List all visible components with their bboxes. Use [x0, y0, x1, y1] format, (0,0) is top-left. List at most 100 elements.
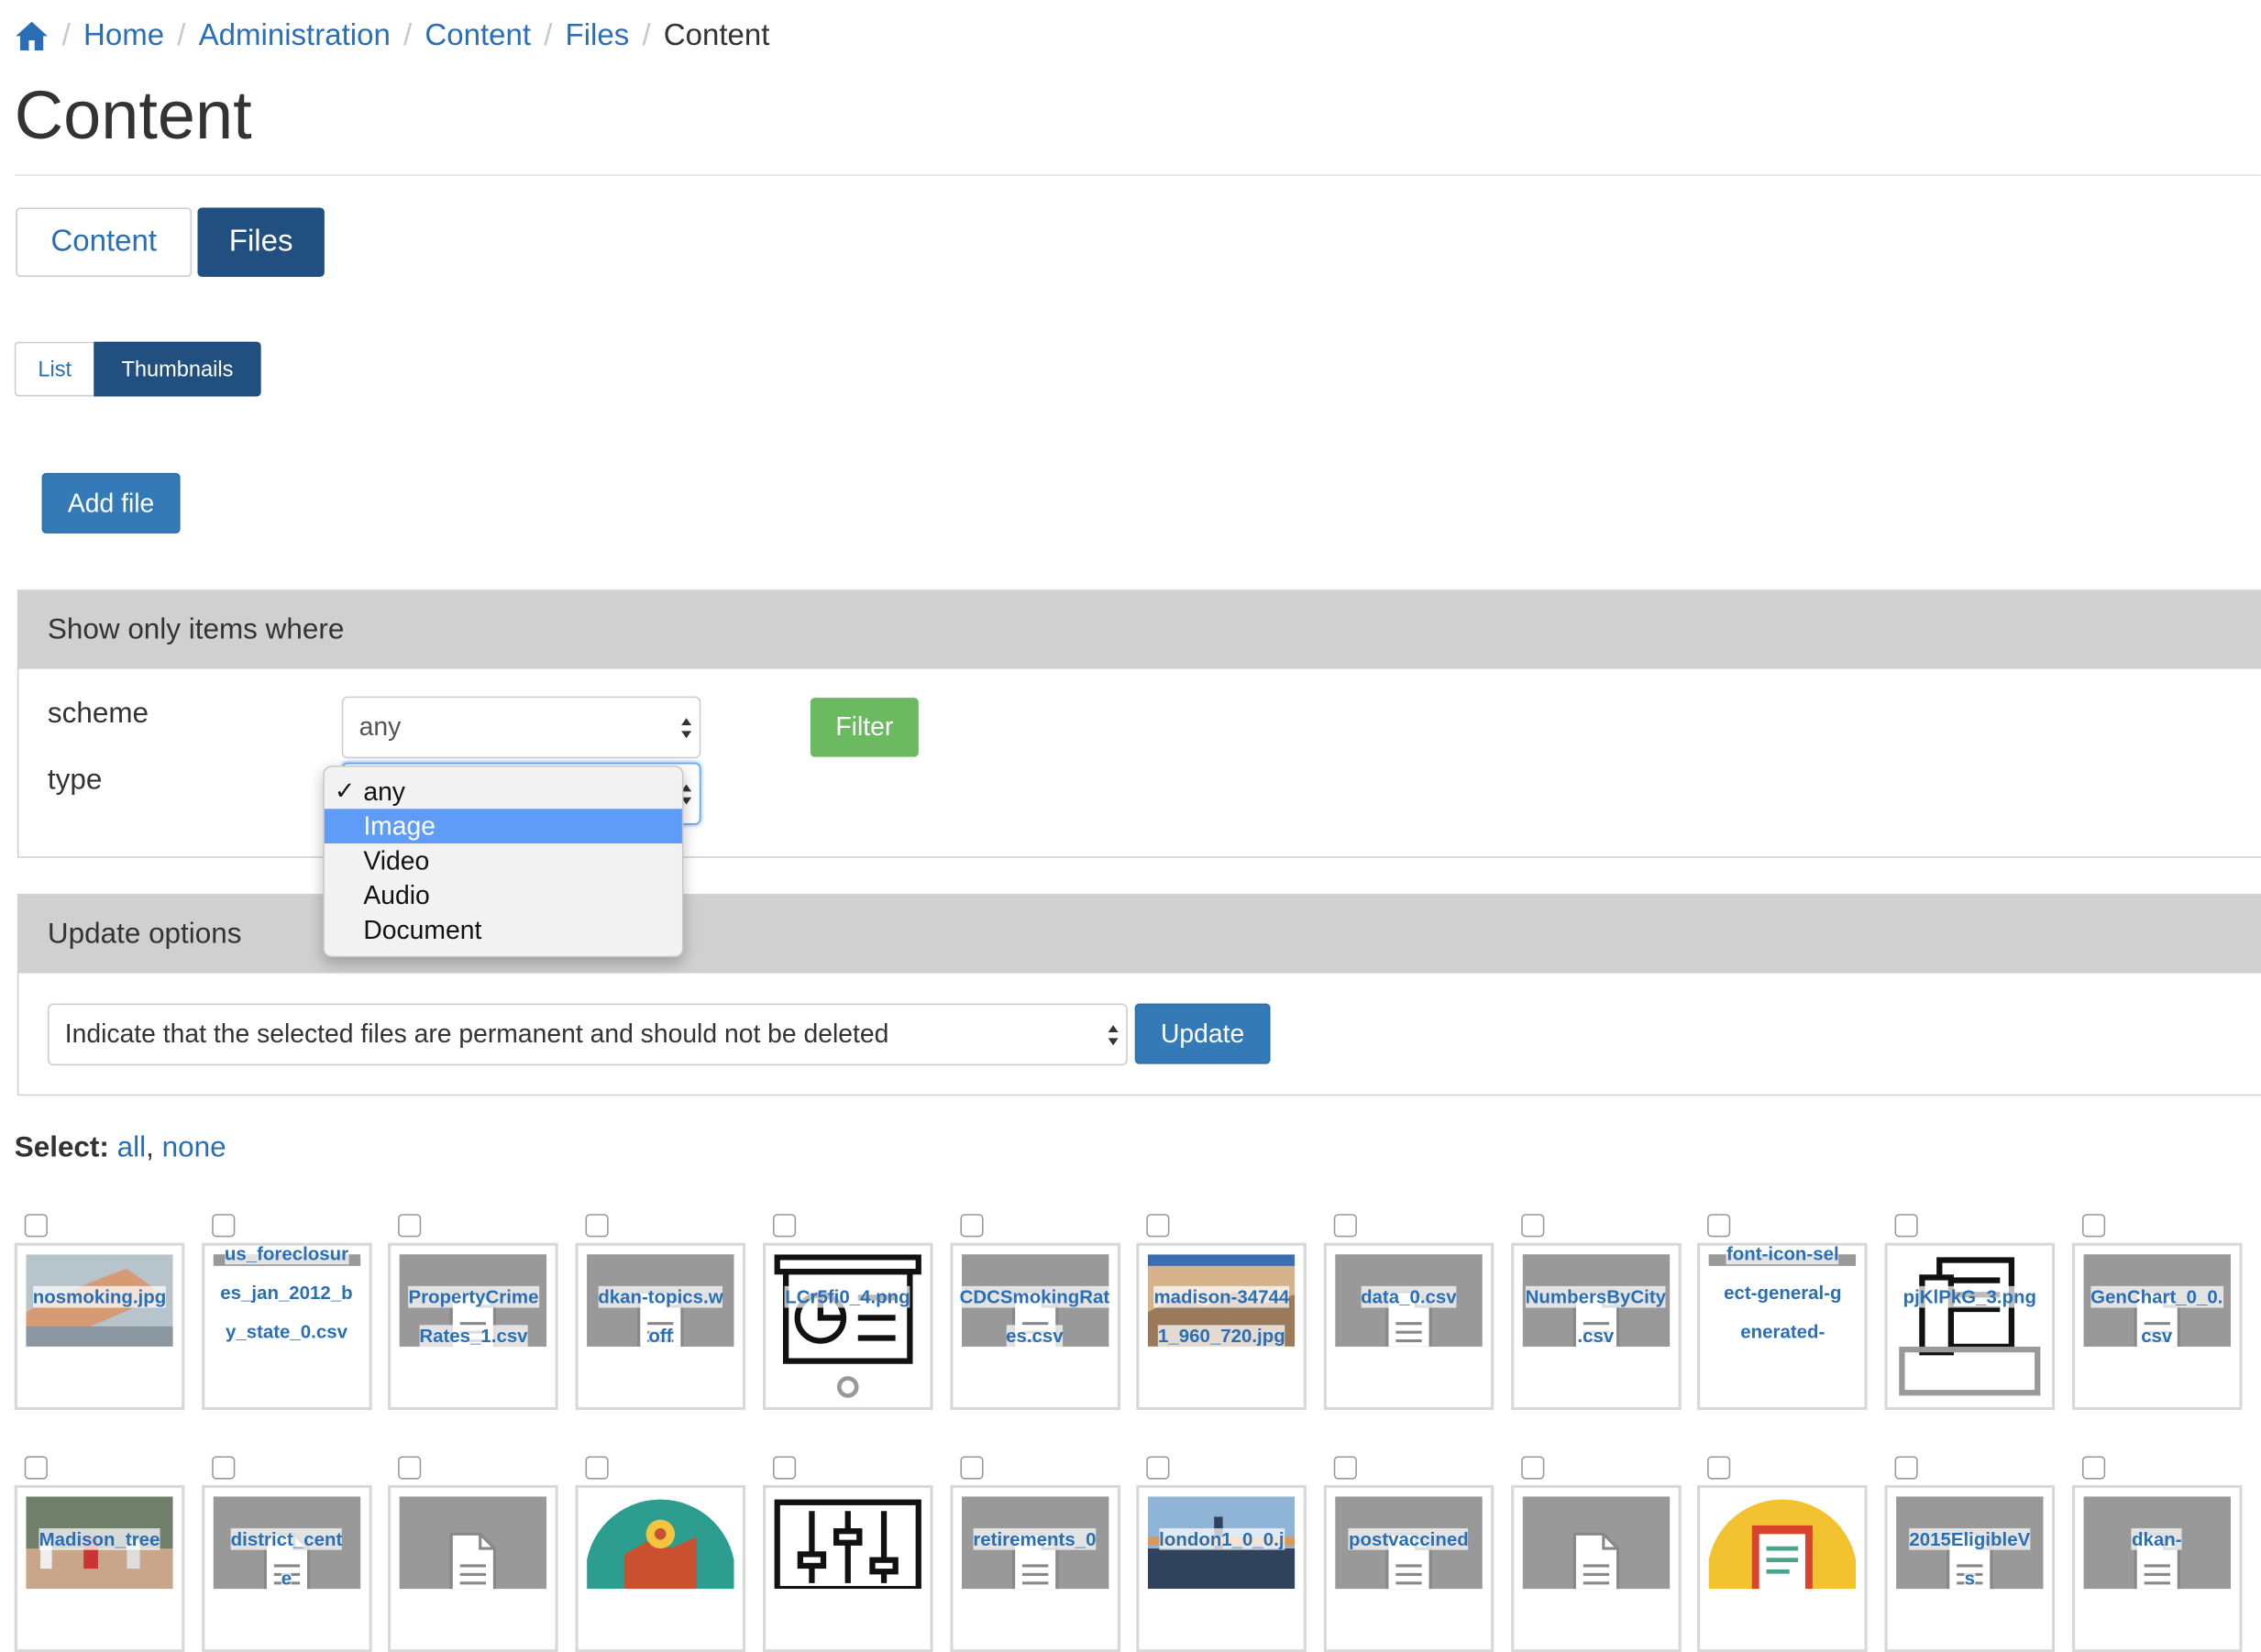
- file-name-line: madison-34744: [1153, 1285, 1290, 1308]
- select-none-link[interactable]: none: [162, 1132, 226, 1164]
- file-checkbox[interactable]: [398, 1214, 422, 1238]
- file-name-link[interactable]: madison-34744 1_960_720.jpg: [1142, 1277, 1301, 1355]
- breadcrumb-content[interactable]: Content: [425, 18, 531, 53]
- file-name-link[interactable]: 2015EligibleV s: [1891, 1520, 2049, 1598]
- view-thumbnails-button[interactable]: Thumbnails: [94, 341, 261, 397]
- file-checkbox[interactable]: [1333, 1214, 1357, 1238]
- file-thumbnail[interactable]: LCr5fi0_4.png: [762, 1242, 933, 1411]
- file-name-link[interactable]: postvaccined: [1329, 1520, 1488, 1558]
- breadcrumb-administration[interactable]: Administration: [199, 18, 391, 53]
- select-label: Select:: [14, 1131, 109, 1164]
- file-thumbnail[interactable]: Madison_tree: [14, 1484, 185, 1652]
- file-name-link[interactable]: PropertyCrime Rates_1.csv: [394, 1277, 553, 1355]
- file-thumbnail[interactable]: pjKlPkG_3.png: [1884, 1242, 2056, 1411]
- file-thumbnail[interactable]: retirements_0: [949, 1484, 1120, 1652]
- tab-content[interactable]: Content: [16, 207, 193, 277]
- file-checkbox[interactable]: [772, 1456, 796, 1480]
- file-checkbox[interactable]: [585, 1456, 609, 1480]
- file-name-link[interactable]: dkan-topics.w off: [581, 1277, 740, 1355]
- select-all-link[interactable]: all: [117, 1132, 146, 1164]
- type-option-video[interactable]: Video: [325, 843, 682, 878]
- file-checkbox[interactable]: [211, 1456, 235, 1480]
- file-thumbnail[interactable]: font-icon-sel ect-general-g enerated-: [1697, 1242, 1869, 1411]
- file-checkbox[interactable]: [772, 1214, 796, 1238]
- file-thumbnail[interactable]: madison-34744 1_960_720.jpg: [1136, 1242, 1307, 1411]
- tab-files[interactable]: Files: [197, 207, 325, 277]
- file-name-link[interactable]: us_foreclosur es_jan_2012_b y_state_0.csv: [207, 1245, 366, 1351]
- file-checkbox[interactable]: [1707, 1214, 1731, 1238]
- file-name-link[interactable]: LCr5fi0_4.png: [768, 1277, 927, 1316]
- breadcrumb-home[interactable]: Home: [83, 18, 164, 53]
- file-thumbnail[interactable]: [575, 1484, 746, 1652]
- file-checkbox[interactable]: [2081, 1214, 2105, 1238]
- file-checkbox[interactable]: [1333, 1456, 1357, 1480]
- file-thumbnail[interactable]: CDCSmokingRat es.csv: [949, 1242, 1120, 1411]
- type-option-audio[interactable]: Audio: [325, 878, 682, 913]
- file-thumbnail[interactable]: [1510, 1484, 1682, 1652]
- file-thumbnail[interactable]: 2015EligibleV s: [1884, 1484, 2056, 1652]
- filter-panel-heading: Show only items where: [18, 590, 2261, 669]
- file-checkbox[interactable]: [24, 1214, 48, 1238]
- file-name-line: PropertyCrime: [408, 1285, 539, 1308]
- file-thumbnail[interactable]: us_foreclosur es_jan_2012_b y_state_0.csv: [201, 1242, 372, 1411]
- file-thumbnail[interactable]: data_0.csv: [1323, 1242, 1494, 1411]
- filter-button[interactable]: Filter: [810, 698, 919, 757]
- file-name-link[interactable]: data_0.csv: [1329, 1277, 1488, 1316]
- home-icon[interactable]: [15, 20, 50, 52]
- file-thumbnail[interactable]: district_cent e: [201, 1484, 372, 1652]
- file-name-link[interactable]: font-icon-sel ect-general-g enerated-: [1704, 1245, 1862, 1351]
- sliders-icon: [774, 1496, 921, 1590]
- file-thumbnail[interactable]: london1_0_0.j: [1136, 1484, 1307, 1652]
- file-thumbnail[interactable]: GenChart_0_0. csv: [2071, 1242, 2243, 1411]
- file-checkbox[interactable]: [1707, 1456, 1731, 1480]
- file-checkbox[interactable]: [1894, 1456, 1918, 1480]
- file-checkbox[interactable]: [211, 1214, 235, 1238]
- file-checkbox[interactable]: [1146, 1214, 1170, 1238]
- file-name-line: GenChart_0_0.: [2090, 1285, 2223, 1308]
- file-checkbox[interactable]: [585, 1214, 609, 1238]
- breadcrumb-files[interactable]: Files: [566, 18, 630, 53]
- type-option-any[interactable]: ✓ any: [325, 775, 682, 809]
- file-checkbox[interactable]: [24, 1456, 48, 1480]
- file-checkbox[interactable]: [1146, 1456, 1170, 1480]
- file-name-link[interactable]: nosmoking.jpg: [20, 1277, 179, 1316]
- file-name-link[interactable]: dkan-: [2078, 1520, 2236, 1558]
- file-checkbox[interactable]: [1520, 1214, 1544, 1238]
- file-thumbnail[interactable]: [1697, 1484, 1869, 1652]
- file-name-link[interactable]: pjKlPkG_3.png: [1891, 1277, 2049, 1316]
- file-name-line: s: [1964, 1567, 1975, 1590]
- file-checkbox[interactable]: [2081, 1456, 2105, 1480]
- file-name-line: Rates_1.csv: [419, 1325, 528, 1347]
- file-thumbnail[interactable]: [388, 1484, 559, 1652]
- scheme-select[interactable]: any: [341, 696, 701, 759]
- file-name-link[interactable]: NumbersByCity .csv: [1517, 1277, 1675, 1355]
- update-button[interactable]: Update: [1134, 1003, 1271, 1064]
- file-name-link[interactable]: district_cent e: [207, 1520, 366, 1598]
- file-checkbox[interactable]: [1894, 1214, 1918, 1238]
- file-thumbnail[interactable]: dkan-topics.w off: [575, 1242, 746, 1411]
- scheme-label: scheme: [47, 698, 149, 730]
- file-thumbnail[interactable]: [762, 1484, 933, 1652]
- type-option-image[interactable]: Image: [324, 809, 682, 844]
- file-thumbnail[interactable]: NumbersByCity .csv: [1510, 1242, 1682, 1411]
- type-option-document[interactable]: Document: [325, 913, 682, 948]
- file-name-link[interactable]: retirements_0: [955, 1520, 1114, 1558]
- file-name-line: 1_960_720.jpg: [1158, 1325, 1285, 1347]
- file-checkbox[interactable]: [1520, 1456, 1544, 1480]
- view-list-button[interactable]: List: [14, 341, 94, 397]
- file-checkbox[interactable]: [398, 1456, 422, 1480]
- file-name-link[interactable]: GenChart_0_0. csv: [2078, 1277, 2236, 1355]
- file-thumbnail[interactable]: PropertyCrime Rates_1.csv: [388, 1242, 559, 1411]
- file-thumbnail[interactable]: dkan-: [2071, 1484, 2243, 1652]
- operation-select[interactable]: Indicate that the selected files are per…: [47, 1003, 1128, 1066]
- add-file-button[interactable]: Add file: [41, 472, 181, 534]
- file-name-link[interactable]: Madison_tree: [20, 1520, 179, 1558]
- file-preview: [1522, 1496, 1670, 1590]
- file-name-link[interactable]: CDCSmokingRat es.csv: [955, 1277, 1114, 1355]
- breadcrumb-current: Content: [663, 18, 770, 52]
- file-thumbnail[interactable]: postvaccined: [1323, 1484, 1494, 1652]
- file-thumbnail[interactable]: nosmoking.jpg: [14, 1242, 185, 1411]
- file-checkbox[interactable]: [959, 1214, 983, 1238]
- file-name-link[interactable]: london1_0_0.j: [1142, 1520, 1301, 1558]
- file-checkbox[interactable]: [959, 1456, 983, 1480]
